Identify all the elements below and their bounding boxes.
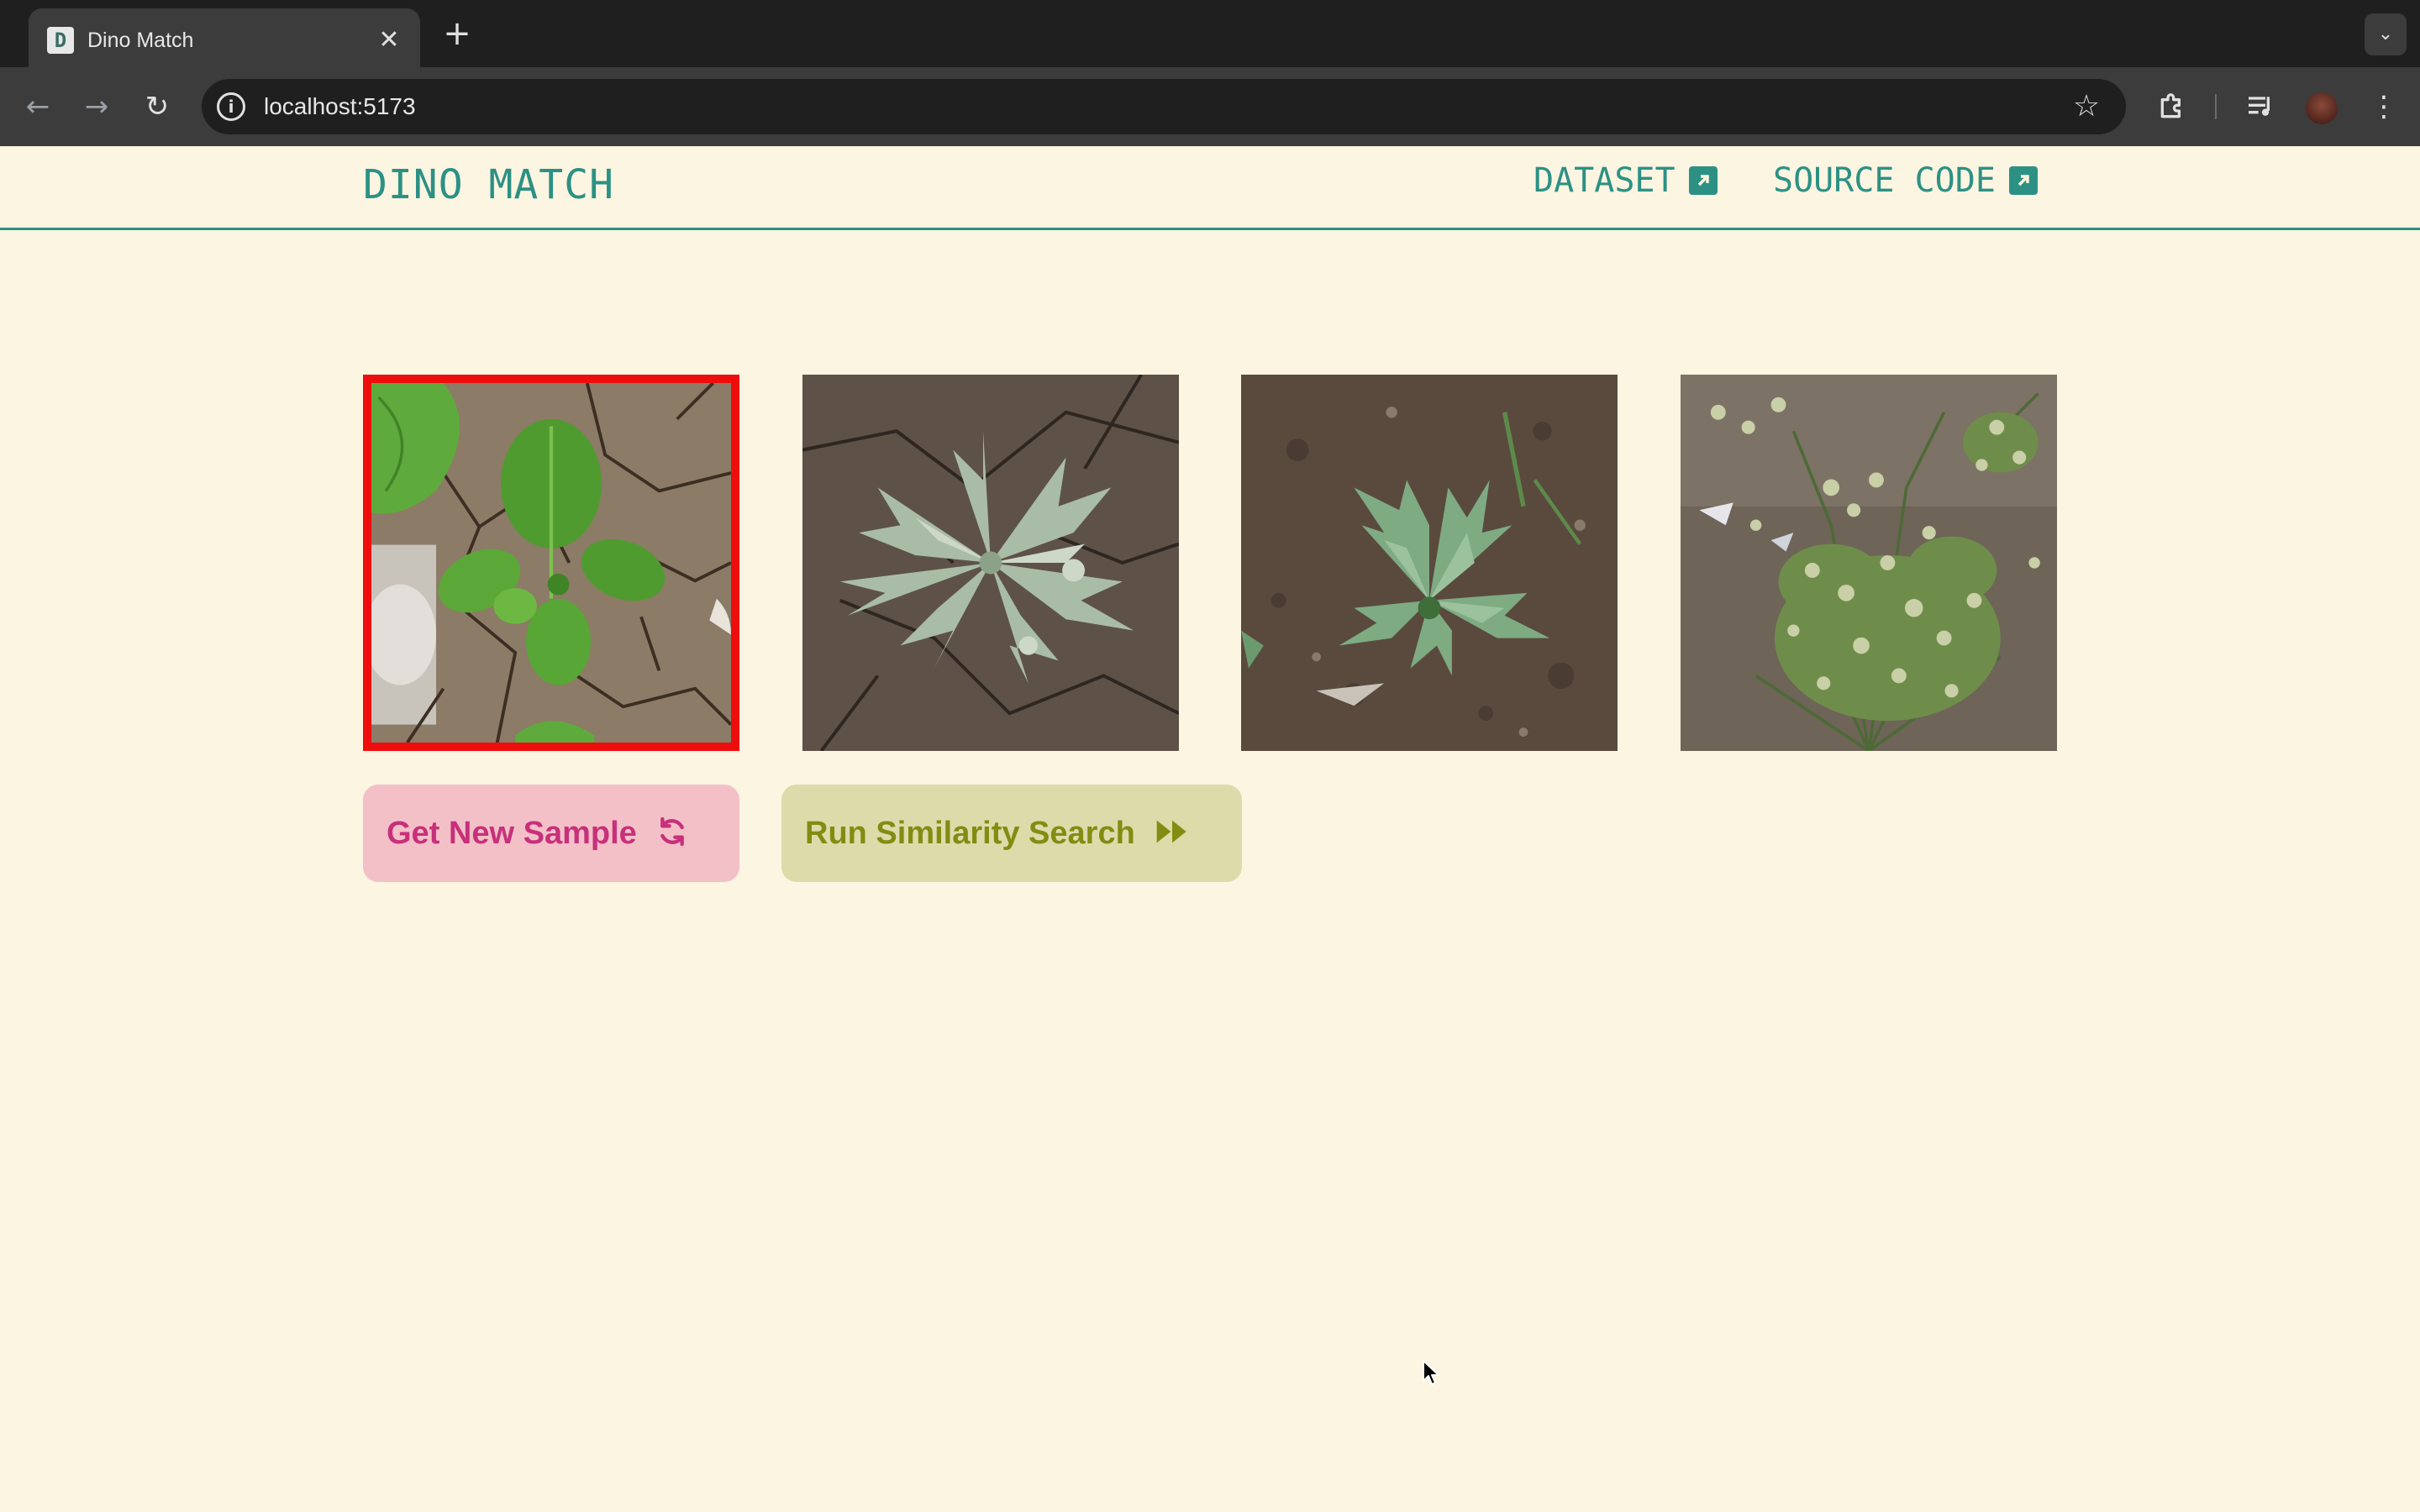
browser-toolbar: ← → ↻ i localhost:5173 ☆ ⋮ <box>0 67 2420 146</box>
result-image[interactable] <box>1681 375 2057 751</box>
back-arrow-icon[interactable]: ← <box>17 86 59 128</box>
media-control-icon[interactable] <box>2240 86 2282 128</box>
reload-icon[interactable]: ↻ <box>136 86 178 128</box>
address-bar[interactable]: i localhost:5173 ☆ <box>202 79 2126 134</box>
nav-link-dataset[interactable]: DATASET <box>1534 161 1718 215</box>
refresh-icon <box>655 790 689 887</box>
browser-tab[interactable]: D Dino Match ✕ <box>29 8 420 67</box>
bookmark-star-icon[interactable]: ☆ <box>2067 87 2106 126</box>
profile-avatar[interactable] <box>2306 92 2338 124</box>
run-similarity-search-button[interactable]: Run Similarity Search <box>781 785 1242 882</box>
button-label: Run Similarity Search <box>805 816 1135 851</box>
page: DINO MATCH DATASET SOURCE CODE Get New S… <box>0 146 2420 1512</box>
site-logo[interactable]: DINO MATCH <box>363 161 614 215</box>
result-image[interactable] <box>1241 375 1618 751</box>
mouse-cursor-icon <box>1423 1360 1439 1385</box>
tab-strip: D Dino Match ✕ + ⌄ <box>0 0 2420 67</box>
tab-search-chevron-icon[interactable]: ⌄ <box>2365 13 2407 55</box>
favicon-icon: D <box>47 27 74 54</box>
external-link-icon <box>2008 166 2038 195</box>
nav-link-label: DATASET <box>1534 161 1676 200</box>
get-new-sample-button[interactable]: Get New Sample <box>363 785 739 882</box>
button-label: Get New Sample <box>387 816 637 851</box>
result-image[interactable] <box>802 375 1179 751</box>
toolbar-divider <box>2215 94 2217 119</box>
site-info-icon[interactable]: i <box>217 92 245 121</box>
new-tab-icon[interactable]: + <box>439 17 476 54</box>
forward-arrow-icon[interactable]: → <box>76 86 118 128</box>
external-link-icon <box>1688 166 1718 195</box>
fast-forward-icon <box>1154 790 1191 887</box>
more-menu-icon[interactable]: ⋮ <box>2363 86 2405 128</box>
extensions-puzzle-icon[interactable] <box>2151 86 2193 128</box>
nav-link-source-code[interactable]: SOURCE CODE <box>1773 161 2038 215</box>
close-tab-icon[interactable]: ✕ <box>373 24 405 56</box>
nav-link-label: SOURCE CODE <box>1773 161 1996 200</box>
browser-chrome: D Dino Match ✕ + ⌄ ← → ↻ i localhost:517… <box>0 0 2420 146</box>
site-header: DINO MATCH DATASET SOURCE CODE <box>0 146 2420 230</box>
tab-title: Dino Match <box>87 29 194 52</box>
sample-image-selected[interactable] <box>363 375 739 751</box>
url-text[interactable]: localhost:5173 <box>264 79 416 134</box>
